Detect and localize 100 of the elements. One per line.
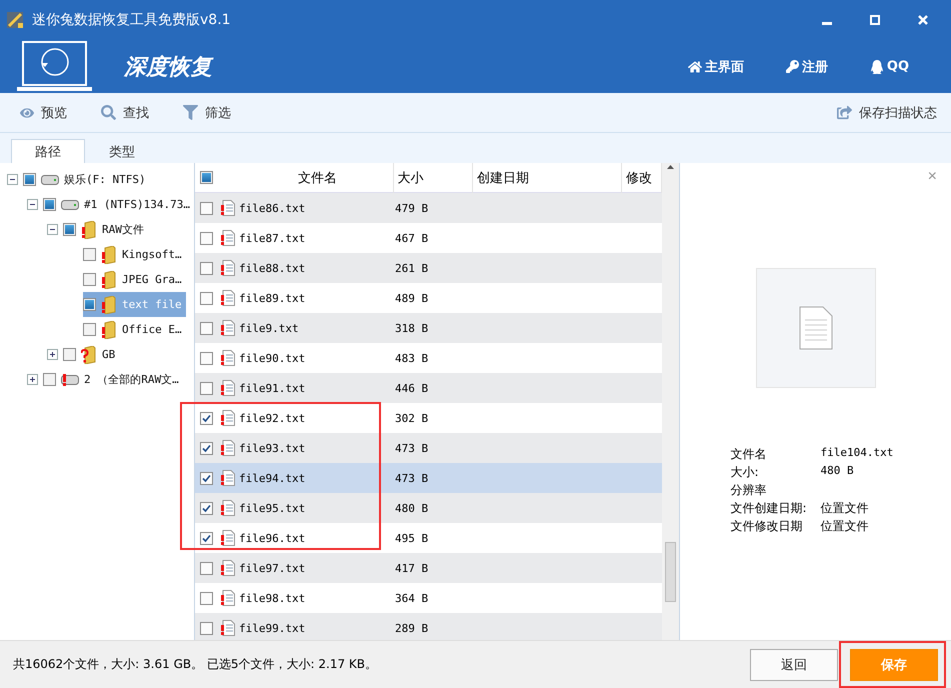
home-icon <box>688 60 702 74</box>
tree-item[interactable]: Kingsoft… <box>83 242 186 267</box>
scrollbar[interactable] <box>662 163 679 640</box>
file-row[interactable]: file9.txt 318 B <box>195 313 662 343</box>
file-name: file91.txt <box>239 382 306 394</box>
toolbar-button[interactable]: 预览 <box>20 104 67 122</box>
checkbox[interactable] <box>83 323 96 336</box>
file-row[interactable]: file95.txt 480 B <box>195 493 662 523</box>
export-icon <box>837 105 852 120</box>
toolbar-button[interactable]: 查找 <box>101 104 149 122</box>
checkbox[interactable] <box>63 348 76 361</box>
tree-item-label: #1 (NTFS)134.73… <box>84 198 190 211</box>
checkbox[interactable] <box>83 273 96 286</box>
text-file-warning-icon <box>221 230 235 246</box>
tree-item[interactable]: JPEG Gra… <box>83 267 186 292</box>
expand-icon[interactable] <box>47 349 58 360</box>
key-icon <box>786 60 799 73</box>
scroll-thumb[interactable] <box>665 542 676 602</box>
folder-warning-icon <box>101 270 117 288</box>
text-file-warning-icon <box>221 410 235 426</box>
file-name: file9.txt <box>239 322 300 334</box>
select-all-checkbox[interactable] <box>200 171 213 184</box>
file-row[interactable]: file99.txt 289 B <box>195 613 662 640</box>
checkbox[interactable] <box>200 622 213 634</box>
checkbox[interactable] <box>200 502 213 514</box>
file-name: file95.txt <box>239 502 306 514</box>
folder-warning-icon <box>101 320 117 338</box>
header-link[interactable]: 注册 <box>786 58 828 76</box>
file-name: file92.txt <box>239 412 306 424</box>
file-size: 483 B <box>395 352 430 364</box>
tree-item[interactable]: 娱乐(F: NTFS) <box>23 167 150 192</box>
checkbox[interactable] <box>83 248 96 261</box>
drive-icon <box>61 200 79 210</box>
checkbox[interactable] <box>200 202 213 214</box>
checkbox[interactable] <box>200 532 213 544</box>
tree-item-label: 娱乐(F: NTFS) <box>64 172 146 187</box>
tree-item-label: JPEG Gra… <box>122 273 182 286</box>
file-row[interactable]: file86.txt 479 B <box>195 193 662 223</box>
status-summary: 共16062个文件，大小: 3.61 GB。 已选5个文件，大小: 2.17 KB。 <box>13 656 378 673</box>
checkbox[interactable] <box>200 562 213 574</box>
file-row[interactable]: file93.txt 473 B <box>195 433 662 463</box>
scroll-up-icon[interactable] <box>667 165 674 169</box>
checkbox[interactable] <box>200 412 213 424</box>
tree-item[interactable]: Office E… <box>83 317 186 342</box>
collapse-icon[interactable] <box>7 174 18 185</box>
checkbox[interactable] <box>200 472 213 484</box>
checkbox[interactable] <box>43 198 56 211</box>
file-name: file96.txt <box>239 532 306 544</box>
text-file-warning-icon <box>221 530 235 546</box>
tab[interactable]: 类型 <box>85 139 159 163</box>
folder-warning-icon <box>101 296 117 314</box>
file-size: 289 B <box>395 622 430 634</box>
checkbox[interactable] <box>200 592 213 604</box>
tree-item[interactable]: GB <box>63 342 120 367</box>
collapse-icon[interactable] <box>27 199 38 210</box>
expand-icon[interactable] <box>27 374 38 385</box>
checkbox[interactable] <box>200 352 213 364</box>
checkbox[interactable] <box>200 292 213 304</box>
text-file-warning-icon <box>221 620 235 636</box>
checkbox[interactable] <box>43 373 56 386</box>
laptop-recovery-icon <box>17 40 92 93</box>
save-scan-button[interactable]: 保存扫描状态 <box>837 104 937 122</box>
text-file-warning-icon <box>221 500 235 516</box>
tab[interactable]: 路径 <box>11 139 85 163</box>
header-link[interactable]: QQ <box>870 59 909 74</box>
tree-item[interactable]: #1 (NTFS)134.73… <box>43 192 194 217</box>
file-name: file86.txt <box>239 202 306 214</box>
tree-item[interactable]: RAW文件 <box>63 217 148 242</box>
checkbox[interactable] <box>200 262 213 274</box>
header-link[interactable]: 主界面 <box>688 58 744 76</box>
maximize-icon[interactable] <box>870 15 880 25</box>
file-size: 495 B <box>395 532 430 544</box>
file-row[interactable]: file88.txt 261 B <box>195 253 662 283</box>
file-row[interactable]: file97.txt 417 B <box>195 553 662 583</box>
close-icon[interactable] <box>918 15 928 25</box>
checkbox[interactable] <box>200 442 213 454</box>
text-file-warning-icon <box>221 320 235 336</box>
tree-item[interactable]: 2 （全部的RAW文… <box>43 367 183 392</box>
tree-item-label: Kingsoft… <box>122 248 182 261</box>
file-row[interactable]: file91.txt 446 B <box>195 373 662 403</box>
file-size: 473 B <box>395 442 430 454</box>
file-size: 479 B <box>395 202 430 214</box>
file-size: 489 B <box>395 292 430 304</box>
checkbox[interactable] <box>200 382 213 394</box>
folder-warning-icon <box>101 246 117 264</box>
checkbox[interactable] <box>200 232 213 244</box>
toolbar-button[interactable]: 筛选 <box>183 104 231 122</box>
file-size: 364 B <box>395 592 430 604</box>
folder-question-icon <box>81 346 97 364</box>
checkbox[interactable] <box>200 322 213 334</box>
detail-value: 位置文件 <box>820 518 870 535</box>
checkbox[interactable] <box>83 298 96 311</box>
document-icon <box>798 306 832 350</box>
file-size: 417 B <box>395 562 430 574</box>
checkbox[interactable] <box>23 173 36 186</box>
file-name: file90.txt <box>239 352 306 364</box>
checkbox[interactable] <box>63 223 76 236</box>
collapse-icon[interactable] <box>47 224 58 235</box>
file-row[interactable]: file94.txt 473 B <box>195 463 662 493</box>
back-button[interactable]: 返回 <box>750 648 838 680</box>
